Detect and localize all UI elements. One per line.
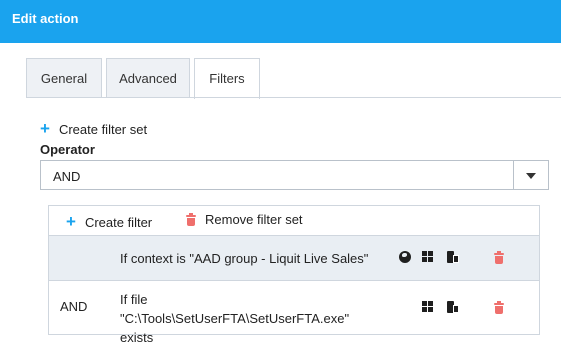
tab-filters[interactable]: Filters [194,58,260,99]
tab-divider [26,97,561,98]
filter-set-toolbar: + Create filter Remove filter set [49,206,539,235]
caret-down-icon [526,173,536,179]
globe-icon [399,251,411,263]
windows-icon [422,301,434,313]
operator-select[interactable]: AND [40,160,549,190]
filter-operator: AND [60,299,88,314]
title-bar: Edit action [0,0,561,43]
trash-icon [186,212,196,226]
tab-advanced[interactable]: Advanced [106,58,190,97]
filter-set-panel: + Create filter Remove filter set If con… [48,205,540,345]
filter-description: If file "C:\Tools\SetUserFTA\SetUserFTA.… [120,292,350,345]
delete-filter-icon[interactable] [494,301,504,314]
create-filter-button[interactable]: + Create filter [66,212,152,232]
create-filter-set-label: Create filter set [58,121,148,137]
remove-filter-set-label: Remove filter set [205,212,303,227]
dropdown-toggle[interactable] [513,161,548,189]
filter-description: If context is "AAD group - Liquit Live S… [120,251,369,266]
dialog-title: Edit action [12,11,79,26]
plus-icon: + [66,212,76,231]
windows-icon [422,251,434,263]
create-filter-label: Create filter [84,214,153,230]
operator-label: Operator [40,142,95,157]
operator-value: AND [53,169,81,184]
filter-row[interactable]: If context is "AAD group - Liquit Live S… [49,235,539,280]
tab-general[interactable]: General [26,58,102,97]
filter-row[interactable]: AND If file "C:\Tools\SetUserFTA\SetUser… [49,280,539,345]
device-icon [447,251,459,263]
remove-filter-set-button[interactable]: Remove filter set [186,212,303,227]
device-icon [447,301,459,313]
create-filter-set-button[interactable]: + Create filter set [40,119,147,139]
delete-filter-icon[interactable] [494,251,504,264]
plus-icon: + [40,119,50,138]
